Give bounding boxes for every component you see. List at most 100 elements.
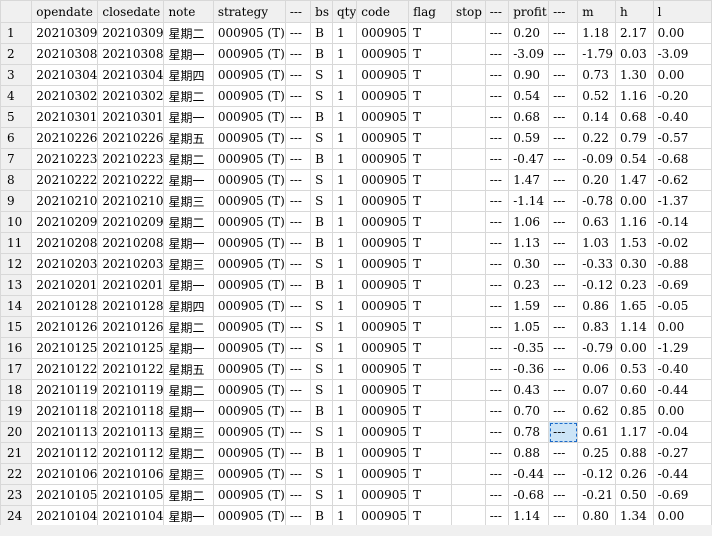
grid-cell[interactable]: -0.44 (652, 379, 712, 401)
grid-cell[interactable]: -0.68 (652, 148, 712, 170)
grid-cell[interactable]: --- (484, 43, 510, 65)
grid-cell[interactable] (450, 64, 486, 86)
grid-cell[interactable]: 20210201 (31, 274, 99, 296)
table-row[interactable]: 6 20210226 20210226 星期五 000905 (T) --- S 1 00090… (0, 127, 712, 149)
grid-cell[interactable]: 000905 (T) (212, 148, 286, 170)
grid-cell[interactable]: --- (484, 232, 510, 254)
grid-cell[interactable]: T (408, 190, 452, 212)
grid-cell[interactable]: 0.86 (577, 295, 617, 317)
grid-cell[interactable]: 0.53 (615, 358, 654, 380)
grid-cell[interactable]: --- (284, 106, 312, 128)
table-row[interactable]: 19 20210118 20210118 星期一 000905 (T) --- B 1 0009… (0, 400, 712, 422)
grid-cell[interactable]: 0.63 (577, 211, 617, 233)
grid-cell[interactable]: 1 (331, 22, 358, 44)
grid-cell[interactable]: 000905 (T) (212, 379, 286, 401)
grid-cell[interactable]: 000905 (T) (212, 232, 286, 254)
column-header[interactable]: closedate (97, 0, 165, 23)
grid-cell[interactable]: T (408, 253, 452, 275)
grid-cell[interactable]: 0.59 (508, 127, 550, 149)
grid-cell[interactable]: 星期一 (163, 337, 214, 359)
grid-cell[interactable]: T (408, 43, 452, 65)
grid-cell[interactable]: 000905 (356, 484, 410, 506)
grid-cell[interactable]: T (408, 211, 452, 233)
grid-cell[interactable]: -0.62 (652, 169, 712, 191)
grid-cell[interactable]: 20210223 (97, 148, 165, 170)
grid-cell[interactable]: 000905 (T) (212, 127, 286, 149)
grid-cell[interactable]: --- (484, 484, 510, 506)
grid-cell[interactable]: 0.52 (577, 85, 617, 107)
grid-cell[interactable]: -0.33 (577, 253, 617, 275)
grid-cell[interactable]: T (408, 295, 452, 317)
grid-cell[interactable]: 000905 (T) (212, 85, 286, 107)
grid-cell[interactable]: 20210113 (31, 421, 99, 443)
grid-cell[interactable]: 1 (331, 64, 358, 86)
grid-cell[interactable]: --- (548, 400, 579, 422)
grid-cell[interactable]: S (310, 463, 333, 485)
grid-cell[interactable]: --- (484, 337, 510, 359)
grid-cell[interactable]: 000905 (356, 421, 410, 443)
grid-cell[interactable]: 0.54 (615, 148, 654, 170)
grid-cell[interactable]: -0.27 (652, 442, 712, 464)
grid-cell[interactable]: 000905 (356, 358, 410, 380)
grid-cell[interactable]: 1 (331, 43, 358, 65)
grid-cell[interactable]: 0.23 (508, 274, 550, 296)
grid-cell[interactable]: 星期三 (163, 421, 214, 443)
column-header[interactable]: opendate (31, 0, 99, 23)
grid-cell[interactable]: --- (284, 85, 312, 107)
grid-cell[interactable] (450, 316, 486, 338)
grid-cell[interactable] (450, 400, 486, 422)
grid-cell[interactable]: 0.00 (615, 190, 654, 212)
row-number[interactable]: 15 (0, 316, 33, 338)
grid-cell[interactable]: 1.14 (508, 505, 550, 527)
grid-cell[interactable]: B (310, 232, 333, 254)
grid-cell[interactable]: --- (548, 358, 579, 380)
grid-cell[interactable]: 20210223 (31, 148, 99, 170)
grid-cell[interactable]: --- (548, 253, 579, 275)
grid-cell[interactable]: 星期四 (163, 295, 214, 317)
grid-cell[interactable]: 0.54 (508, 85, 550, 107)
grid-cell[interactable]: S (310, 379, 333, 401)
grid-cell[interactable]: --- (284, 211, 312, 233)
grid-cell[interactable]: 20210309 (31, 22, 99, 44)
grid-cell[interactable]: 0.22 (577, 127, 617, 149)
grid-cell[interactable]: -0.88 (652, 253, 712, 275)
grid-cell[interactable]: --- (548, 484, 579, 506)
row-number[interactable]: 6 (0, 127, 33, 149)
grid-cell[interactable]: 20210210 (31, 190, 99, 212)
grid-cell[interactable]: --- (284, 64, 312, 86)
column-header[interactable]: --- (284, 0, 312, 23)
grid-cell[interactable]: --- (284, 127, 312, 149)
grid-cell[interactable]: 000905 (T) (212, 295, 286, 317)
grid-cell[interactable]: 1 (331, 316, 358, 338)
grid-cell[interactable]: --- (484, 358, 510, 380)
grid-cell[interactable]: 0.62 (577, 400, 617, 422)
table-row[interactable]: 17 20210122 20210122 星期五 000905 (T) --- S 1 0009… (0, 358, 712, 380)
grid-cell[interactable]: 0.80 (577, 505, 617, 527)
grid-cell[interactable]: 20210112 (97, 442, 165, 464)
table-row[interactable]: 21 20210112 20210112 星期二 000905 (T) --- B 1 0009… (0, 442, 712, 464)
grid-cell[interactable]: 000905 (356, 43, 410, 65)
grid-cell[interactable]: 000905 (356, 463, 410, 485)
grid-cell[interactable]: 星期二 (163, 85, 214, 107)
grid-cell[interactable]: -1.79 (577, 43, 617, 65)
grid-cell[interactable]: 0.50 (615, 484, 654, 506)
grid-cell[interactable]: 1 (331, 442, 358, 464)
grid-cell[interactable]: --- (284, 337, 312, 359)
grid-cell[interactable]: --- (284, 463, 312, 485)
grid-cell[interactable]: -0.69 (652, 274, 712, 296)
table-row[interactable]: 8 20210222 20210222 星期一 000905 (T) --- S 1 00090… (0, 169, 712, 191)
grid-cell[interactable]: --- (548, 64, 579, 86)
grid-cell[interactable]: 1.06 (508, 211, 550, 233)
grid-cell[interactable]: T (408, 358, 452, 380)
grid-cell[interactable]: S (310, 337, 333, 359)
row-number[interactable]: 11 (0, 232, 33, 254)
table-row[interactable]: 13 20210201 20210201 星期一 000905 (T) --- B 1 0009… (0, 274, 712, 296)
row-number[interactable]: 17 (0, 358, 33, 380)
table-row[interactable]: 23 20210105 20210105 星期二 000905 (T) --- S 1 0009… (0, 484, 712, 506)
row-number[interactable]: 5 (0, 106, 33, 128)
grid-cell[interactable]: 0.88 (615, 442, 654, 464)
grid-cell[interactable]: 0.26 (615, 463, 654, 485)
grid-cell[interactable]: 星期二 (163, 211, 214, 233)
grid-cell[interactable]: 星期三 (163, 190, 214, 212)
grid-cell[interactable]: 000905 (356, 253, 410, 275)
